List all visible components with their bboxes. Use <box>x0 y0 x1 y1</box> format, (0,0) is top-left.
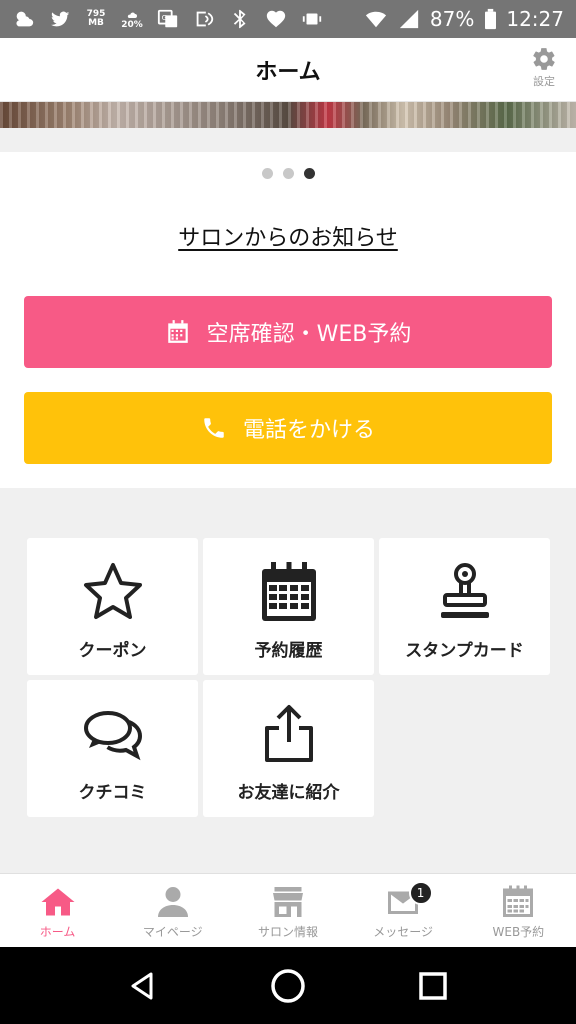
battery-percent: 87% <box>429 7 475 31</box>
bottom-tab-bar: ホーム マイページ サロン情報 1 メッセージ WEB予約 <box>0 873 576 947</box>
tile-label: クチコミ <box>78 783 147 803</box>
tile-label: 予約履歴 <box>254 641 323 661</box>
salon-notice-link-row: サロンからのお知らせ <box>0 220 576 252</box>
calendar-icon <box>167 320 188 343</box>
tile-label: スタンプカード <box>405 641 524 661</box>
tab-web-reservation[interactable]: WEB予約 <box>461 874 576 947</box>
refer-friend-tile[interactable]: お友達に紹介 <box>203 680 374 817</box>
reserve-button-label: 空席確認・WEB予約 <box>206 322 412 347</box>
tab-mypage[interactable]: マイページ <box>115 874 230 947</box>
banner-image[interactable] <box>0 102 576 128</box>
star-icon <box>83 563 142 619</box>
settings-label: 設定 <box>533 75 555 88</box>
weather-icon <box>12 7 36 31</box>
chat-bubbles-icon <box>83 711 142 761</box>
gear-icon <box>533 48 555 70</box>
tab-label: サロン情報 <box>257 925 318 939</box>
home-icon <box>41 888 75 916</box>
stamp-card-tile[interactable]: スタンプカード <box>379 538 550 675</box>
carousel-indicator <box>0 168 576 179</box>
back-icon[interactable] <box>123 966 163 1006</box>
calendar-icon <box>261 562 316 621</box>
app-header: ホーム 設定 <box>0 38 576 102</box>
twitter-icon <box>48 7 72 31</box>
clock: 12:27 <box>506 7 564 31</box>
tab-message[interactable]: 1 メッセージ <box>346 874 461 947</box>
salon-notice-link[interactable]: サロンからのお知らせ <box>178 226 398 251</box>
data-usage-icon: 795 MB <box>86 9 106 28</box>
stamp-icon <box>440 563 489 618</box>
carousel-dot[interactable] <box>261 168 273 179</box>
svg-text:G: G <box>162 13 168 22</box>
user-icon <box>157 887 188 917</box>
wifi-icon <box>364 7 388 31</box>
rain-cloud-icon: 20% <box>120 7 144 31</box>
recents-icon[interactable] <box>413 966 453 1006</box>
vibrate-icon <box>300 7 324 31</box>
tab-label: メッセージ <box>373 925 434 939</box>
menu-grid: クーポン 予約履歴 スタンプカード クチコミ お友達に紹介 <box>0 488 576 873</box>
tile-label: クーポン <box>78 641 147 661</box>
unread-badge: 1 <box>408 881 433 905</box>
call-button[interactable]: 電話をかける <box>24 392 552 464</box>
store-icon <box>272 887 303 917</box>
translate-icon: G <box>156 7 180 31</box>
carousel-dot[interactable] <box>282 168 294 179</box>
tab-salon-info[interactable]: サロン情報 <box>230 874 345 947</box>
signal-icon <box>397 7 421 31</box>
nfc-icon <box>192 7 216 31</box>
tab-label: マイページ <box>142 925 203 939</box>
page-title: ホーム <box>255 60 321 85</box>
calendar-icon <box>503 885 534 917</box>
call-button-label: 電話をかける <box>242 418 375 443</box>
tab-label: ホーム <box>39 925 76 939</box>
tab-home[interactable]: ホーム <box>0 874 115 947</box>
carousel-dot-active[interactable] <box>303 168 315 179</box>
tab-label: WEB予約 <box>492 925 545 939</box>
coupon-tile[interactable]: クーポン <box>27 538 198 675</box>
bluetooth-icon <box>228 7 252 31</box>
system-nav-bar <box>0 947 576 1024</box>
review-tile[interactable]: クチコミ <box>27 680 198 817</box>
divider <box>0 128 576 152</box>
settings-button[interactable]: 設定 <box>524 46 564 89</box>
battery-icon <box>483 7 497 31</box>
home-circle-icon[interactable] <box>268 966 308 1006</box>
heart-lock-icon <box>264 7 288 31</box>
status-bar: 795 MB 20% G 87% 12:27 <box>0 0 576 38</box>
reservation-history-tile[interactable]: 予約履歴 <box>203 538 374 675</box>
share-icon <box>264 705 313 762</box>
reserve-button[interactable]: 空席確認・WEB予約 <box>24 296 552 368</box>
tile-label: お友達に紹介 <box>237 783 340 803</box>
phone-icon <box>204 418 224 438</box>
